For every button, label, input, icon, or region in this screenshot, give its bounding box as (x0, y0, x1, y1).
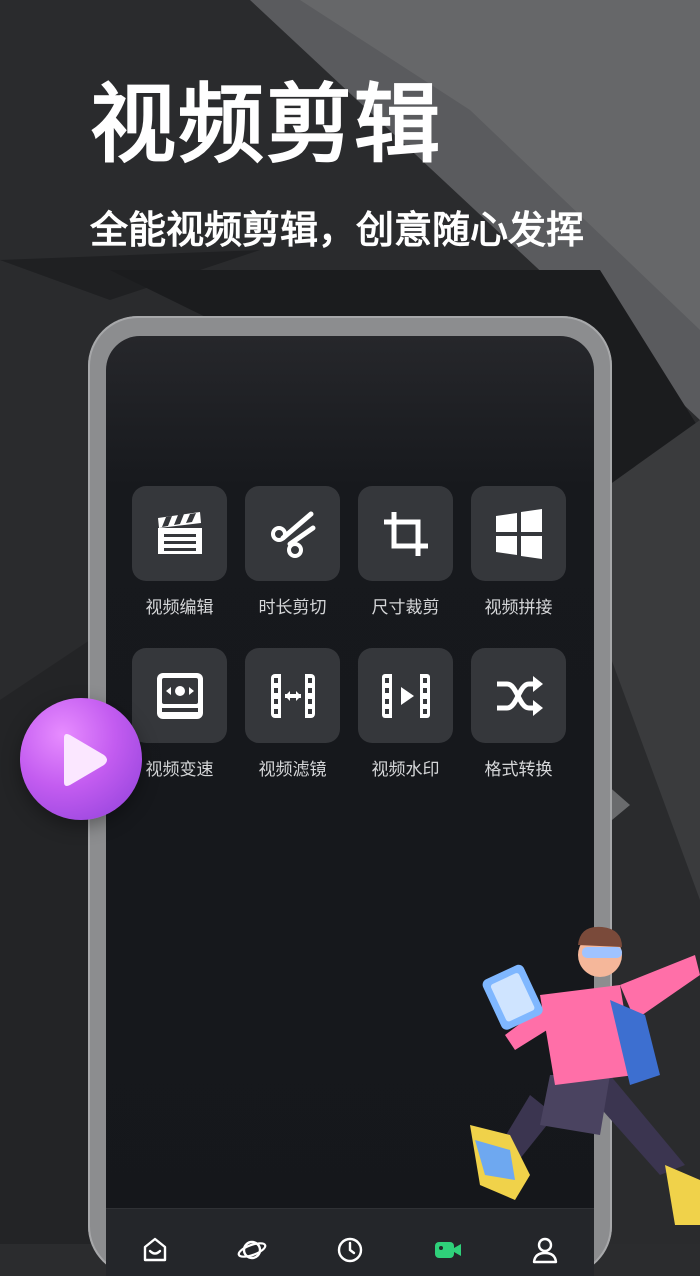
tool-merge-video[interactable]: 视频拼接 (471, 486, 566, 618)
tab-history[interactable] (330, 1235, 370, 1275)
tool-label: 视频变速 (145, 760, 214, 780)
tool-label: 视频编辑 (145, 598, 214, 618)
speed-icon (156, 672, 203, 719)
play-badge (20, 698, 142, 820)
clock-icon (337, 1237, 363, 1263)
film-play-icon (381, 673, 430, 718)
tab-discover[interactable] (232, 1235, 272, 1275)
tool-grid: 视频编辑 时长剪切 尺寸裁剪 视频拼接 视频变速 视频滤镜 视频水印 格式转换 (132, 486, 572, 780)
person-illustration (470, 926, 700, 1225)
video-camera-icon (434, 1242, 461, 1258)
tool-label: 尺寸裁剪 (371, 598, 440, 618)
tool-video-speed[interactable]: 视频变速 (132, 648, 227, 780)
scissors-icon (270, 511, 315, 558)
play-icon (64, 734, 107, 786)
clapperboard-icon (157, 511, 202, 554)
shuffle-icon (496, 675, 543, 716)
tool-video-edit[interactable]: 视频编辑 (132, 486, 227, 618)
tool-label: 视频拼接 (484, 598, 553, 618)
tool-label: 时长剪切 (258, 598, 327, 618)
tool-video-watermark[interactable]: 视频水印 (358, 648, 453, 780)
tool-label: 视频滤镜 (258, 760, 327, 780)
crop-icon (383, 511, 428, 556)
tool-crop-size[interactable]: 尺寸裁剪 (358, 486, 453, 618)
tab-home[interactable] (135, 1235, 175, 1275)
tool-label: 视频水印 (371, 760, 440, 780)
page-subtitle: 全能视频剪辑，创意随心发挥 (90, 208, 585, 252)
tool-format-convert[interactable]: 格式转换 (471, 648, 566, 780)
page-title: 视频剪辑 (90, 75, 442, 175)
grid-tiles-icon (495, 508, 542, 559)
tool-video-filter[interactable]: 视频滤镜 (245, 648, 340, 780)
tool-trim-duration[interactable]: 时长剪切 (245, 486, 340, 618)
film-strip-icon (270, 673, 315, 718)
planet-icon (238, 1240, 267, 1260)
tool-label: 格式转换 (484, 760, 553, 780)
home-icon (143, 1237, 166, 1262)
